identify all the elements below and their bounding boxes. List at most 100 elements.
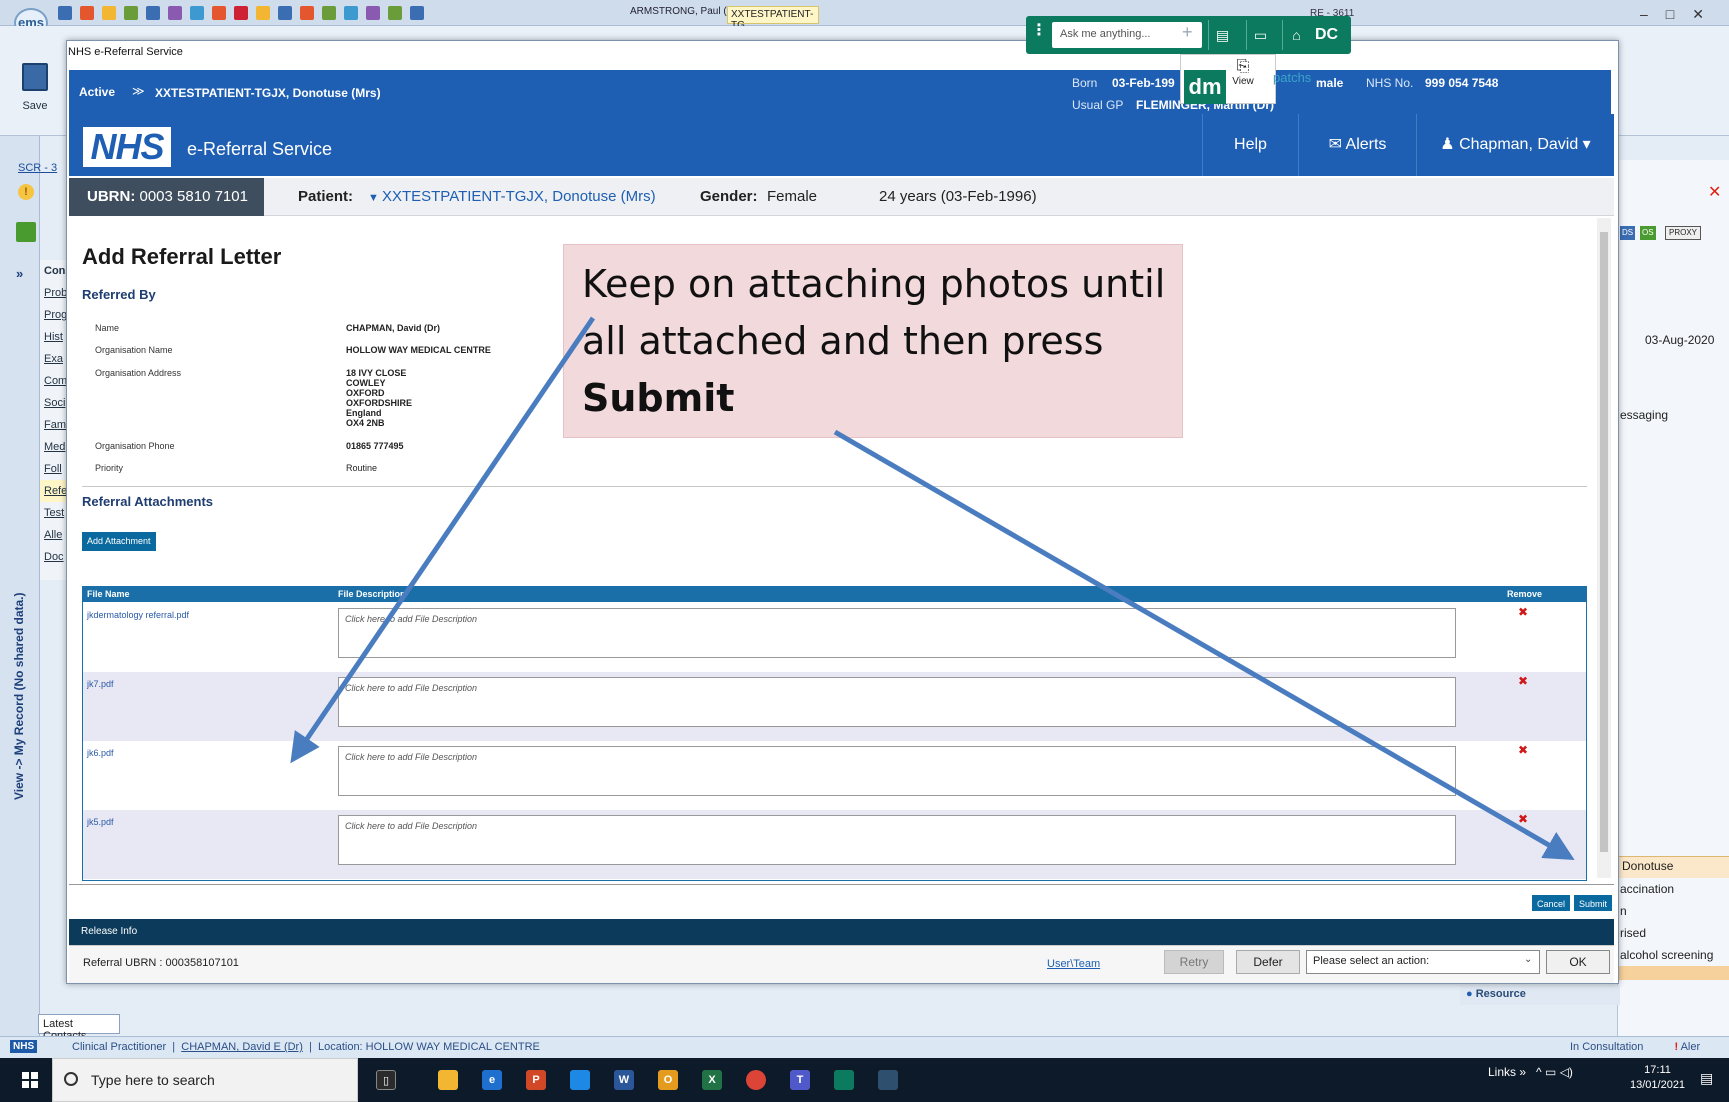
quick-access-icon[interactable] — [168, 6, 182, 20]
nav-item[interactable]: Foll — [40, 458, 68, 480]
patient-link[interactable]: ▼ XXTESTPATIENT-TGJX, Donotuse (Mrs) — [368, 188, 656, 205]
view-button[interactable]: ⎘ View — [1230, 58, 1256, 87]
nav-item[interactable]: Test — [40, 502, 68, 524]
attachment-file-name[interactable]: jk6.pdf — [87, 748, 114, 758]
nav-item[interactable]: Doc — [40, 546, 68, 568]
chevron-icon[interactable]: » ^ — [1519, 1065, 1545, 1079]
ok-button[interactable]: OK — [1546, 950, 1610, 974]
quick-access-icon[interactable] — [146, 6, 160, 20]
chat-icon[interactable]: ▤ — [1208, 20, 1236, 50]
quick-access-icon[interactable] — [102, 6, 116, 20]
right-panel-item[interactable]: accination — [1620, 882, 1674, 896]
patient-status[interactable]: Active — [79, 85, 115, 99]
dc-button[interactable]: DC — [1315, 20, 1338, 50]
patchs-logo[interactable]: patchs — [1273, 70, 1311, 85]
quick-access-icon[interactable] — [58, 6, 72, 20]
cancel-button[interactable]: Cancel — [1531, 894, 1572, 912]
chrome-icon[interactable] — [746, 1070, 766, 1090]
quick-access-icon[interactable] — [124, 6, 138, 20]
resource-header[interactable]: ● Resource — [1460, 985, 1620, 1005]
right-panel-item[interactable]: rised — [1620, 926, 1646, 940]
nav-item[interactable]: Com — [40, 370, 68, 392]
nav-item[interactable]: Exa — [40, 348, 68, 370]
release-info-bar[interactable]: Release Info — [69, 919, 1614, 945]
retry-button[interactable]: Retry — [1164, 950, 1224, 974]
taskbar-search[interactable]: Type here to search — [52, 1058, 358, 1102]
close-icon[interactable]: ✕ — [1708, 182, 1721, 202]
save-button[interactable]: Save — [16, 100, 54, 112]
app-icon[interactable] — [878, 1070, 898, 1090]
in-consultation-status[interactable]: In Consultation — [1570, 1041, 1643, 1053]
proxy-badge[interactable]: PROXY — [1665, 226, 1702, 240]
internet-explorer-icon[interactable]: e — [482, 1070, 502, 1090]
nav-item[interactable]: Prob — [40, 282, 68, 304]
remove-attachment-icon[interactable]: ✖ — [1518, 812, 1528, 826]
quick-access-icon[interactable] — [344, 6, 358, 20]
remove-attachment-icon[interactable]: ✖ — [1518, 674, 1528, 688]
help-link[interactable]: Help — [1202, 114, 1298, 176]
user-team-link[interactable]: User\Team — [1047, 958, 1100, 970]
nav-item[interactable]: Soci — [40, 392, 68, 414]
defer-button[interactable]: Defer — [1236, 950, 1300, 974]
os-badge[interactable]: OS — [1640, 226, 1656, 240]
save-icon[interactable] — [22, 63, 48, 91]
quick-access-icon[interactable] — [256, 6, 270, 20]
scr-link[interactable]: SCR - 3 — [18, 162, 57, 174]
word-icon[interactable]: W — [614, 1070, 634, 1090]
nav-item[interactable]: Prog — [40, 304, 68, 326]
volume-icon[interactable]: ◁) — [1560, 1065, 1573, 1079]
file-description-input[interactable]: Click here to add File Description — [338, 815, 1456, 865]
network-icon[interactable]: ▭ — [1545, 1065, 1556, 1079]
file-explorer-icon[interactable] — [438, 1070, 458, 1090]
quick-access-icon[interactable] — [212, 6, 226, 20]
nav-item[interactable]: Alle — [40, 524, 68, 546]
file-description-input[interactable]: Click here to add File Description — [338, 746, 1456, 796]
right-panel-item[interactable]: alcohol screening — [1620, 948, 1713, 962]
submit-button[interactable]: Submit — [1573, 894, 1614, 912]
excel-icon[interactable]: X — [702, 1070, 722, 1090]
emis-tab[interactable]: ARMSTRONG, Paul (... — [630, 6, 735, 17]
task-view-icon[interactable]: ▯ — [376, 1070, 396, 1090]
file-description-input[interactable]: Click here to add File Description — [338, 608, 1456, 658]
outlook-icon[interactable]: O — [658, 1070, 678, 1090]
teams-icon[interactable]: T — [790, 1070, 810, 1090]
user-menu[interactable]: ♟ Chapman, David ▾ — [1416, 114, 1614, 176]
quick-access-icon[interactable] — [300, 6, 314, 20]
windows-start-icon[interactable] — [22, 1072, 38, 1088]
quick-access-icon[interactable] — [278, 6, 292, 20]
window-controls[interactable]: –□✕ — [1640, 6, 1722, 23]
dm-logo[interactable]: dm — [1184, 70, 1226, 104]
add-attachment-button[interactable]: Add Attachment — [82, 532, 156, 551]
user-icon[interactable] — [16, 222, 36, 242]
alerts-status[interactable]: Aler — [1681, 1041, 1701, 1053]
nav-item[interactable]: Fam — [40, 414, 68, 436]
ds-badge[interactable]: DS — [1620, 226, 1636, 240]
scrollbar-thumb[interactable] — [1600, 232, 1608, 852]
clock[interactable]: 17:11 13/01/2021 — [1630, 1063, 1685, 1093]
quick-access-icon[interactable] — [80, 6, 94, 20]
latest-contacts-tab[interactable]: Latest Contacts — [38, 1014, 120, 1042]
expand-chevron-icon[interactable]: » — [16, 266, 23, 281]
remove-attachment-icon[interactable]: ✖ — [1518, 743, 1528, 757]
inbox-icon[interactable]: ⌂ — [1282, 20, 1310, 50]
status-user[interactable]: CHAPMAN, David E (Dr) — [181, 1041, 303, 1053]
app-icon[interactable] — [570, 1070, 590, 1090]
quick-access-icon[interactable] — [190, 6, 204, 20]
nav-item[interactable]: Cons — [40, 260, 68, 282]
app-icon[interactable] — [834, 1070, 854, 1090]
right-panel-messaging[interactable]: essaging — [1620, 408, 1668, 422]
remove-attachment-icon[interactable]: ✖ — [1518, 605, 1528, 619]
quick-access-icon[interactable] — [366, 6, 380, 20]
quick-access-icon[interactable] — [410, 6, 424, 20]
ask-me-anything-input[interactable]: Ask me anything... — [1052, 22, 1202, 48]
nav-item[interactable]: Med — [40, 436, 68, 458]
right-panel-item[interactable]: n — [1620, 904, 1627, 918]
links-toolbar[interactable]: Links — [1488, 1065, 1516, 1079]
attachment-file-name[interactable]: jk5.pdf — [87, 817, 114, 827]
notification-icon[interactable]: ▤ — [1700, 1070, 1713, 1087]
chevron-down-icon[interactable]: ≫ — [132, 84, 145, 98]
quick-access-icon[interactable] — [388, 6, 402, 20]
alerts-link[interactable]: ✉ Alerts — [1298, 114, 1416, 176]
attachment-file-name[interactable]: jkdermatology referral.pdf — [87, 610, 189, 620]
menu-dots-icon[interactable]: ⋮ — [1031, 20, 1047, 50]
